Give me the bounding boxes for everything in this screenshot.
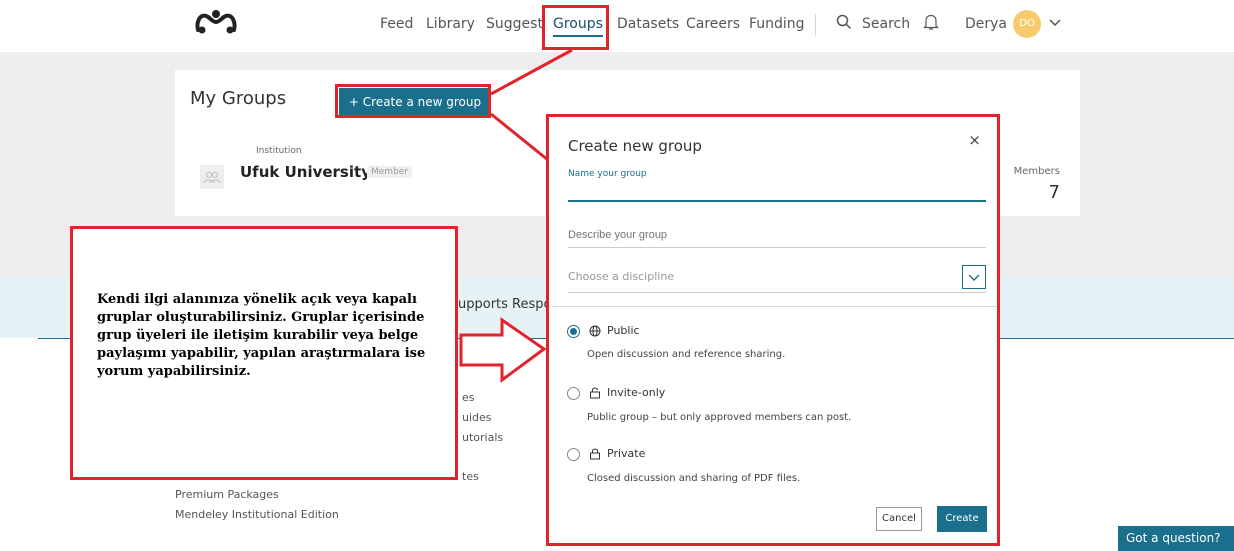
group-description-input[interactable] xyxy=(568,223,986,248)
option-label-public[interactable]: Public xyxy=(607,324,640,337)
option-desc-public: Open discussion and reference sharing. xyxy=(587,349,786,360)
annotation-box: Kendi ilgi alanınıza yönelik açık veya k… xyxy=(70,226,458,480)
modal-separator xyxy=(549,306,997,307)
discipline-select[interactable]: Choose a discipline xyxy=(568,264,986,293)
radio-public[interactable] xyxy=(567,325,580,338)
option-desc-invite-only: Public group – but only approved members… xyxy=(587,412,852,423)
create-group-modal: Create new group × Name your group Choos… xyxy=(546,114,1000,546)
close-icon[interactable]: × xyxy=(968,131,981,149)
lock-icon xyxy=(590,448,600,460)
globe-icon xyxy=(589,325,601,337)
arrow-right-icon xyxy=(459,317,547,383)
name-field-label: Name your group xyxy=(568,169,647,179)
option-desc-private: Closed discussion and sharing of PDF fil… xyxy=(587,473,801,484)
discipline-select-value: Choose a discipline xyxy=(568,270,675,283)
group-name-input[interactable] xyxy=(568,180,986,202)
radio-invite-only[interactable] xyxy=(567,387,580,400)
cancel-button[interactable]: Cancel xyxy=(876,507,922,531)
option-label-invite-only[interactable]: Invite-only xyxy=(607,386,665,399)
modal-title: Create new group xyxy=(568,137,702,155)
chevron-down-icon[interactable] xyxy=(962,265,986,289)
create-button[interactable]: Create xyxy=(937,506,987,532)
annotation-text: Kendi ilgi alanınıza yönelik açık veya k… xyxy=(97,292,426,379)
radio-private[interactable] xyxy=(567,448,580,461)
lock-open-icon xyxy=(590,387,600,399)
option-label-private[interactable]: Private xyxy=(607,447,645,460)
